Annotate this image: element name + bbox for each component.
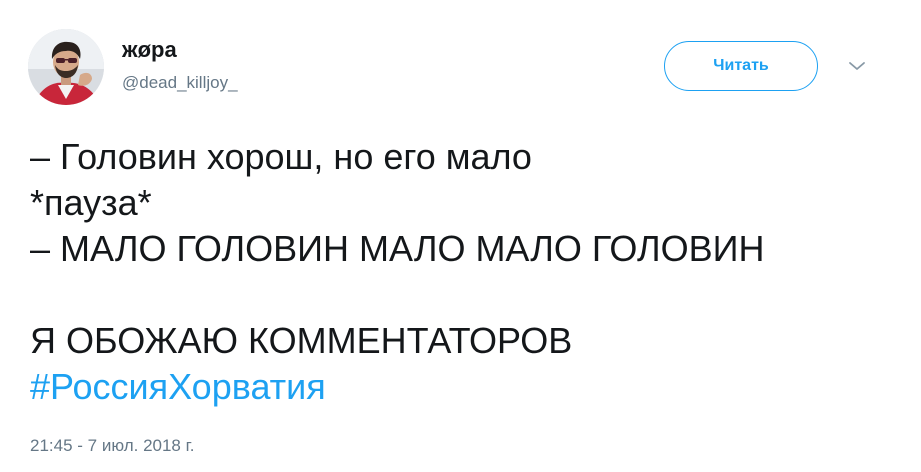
- user-handle[interactable]: @dead_killjoy_: [122, 72, 238, 94]
- tweet-line: – МАЛО ГОЛОВИН МАЛО МАЛО ГОЛОВИН: [30, 228, 765, 269]
- display-name[interactable]: жøра: [122, 37, 177, 63]
- tweet-text: – Головин хорош, но его мало *пауза* – М…: [30, 134, 764, 410]
- tweet-line: Я ОБОЖАЮ КОММЕНТАТОРОВ: [30, 320, 573, 361]
- tweet-timestamp[interactable]: 21:45 - 7 июл. 2018 г.: [30, 435, 194, 457]
- tweet-card: жøра @dead_killjoy_ Читать – Головин хор…: [0, 0, 921, 472]
- chevron-down-icon[interactable]: [846, 58, 868, 74]
- tweet-line: – Головин хорош, но его мало: [30, 136, 532, 177]
- follow-button[interactable]: Читать: [664, 41, 818, 91]
- tweet-line: *пауза*: [30, 182, 152, 223]
- avatar[interactable]: [28, 29, 104, 105]
- hashtag-link[interactable]: #РоссияХорватия: [30, 366, 326, 407]
- user-avatar-icon: [28, 29, 104, 105]
